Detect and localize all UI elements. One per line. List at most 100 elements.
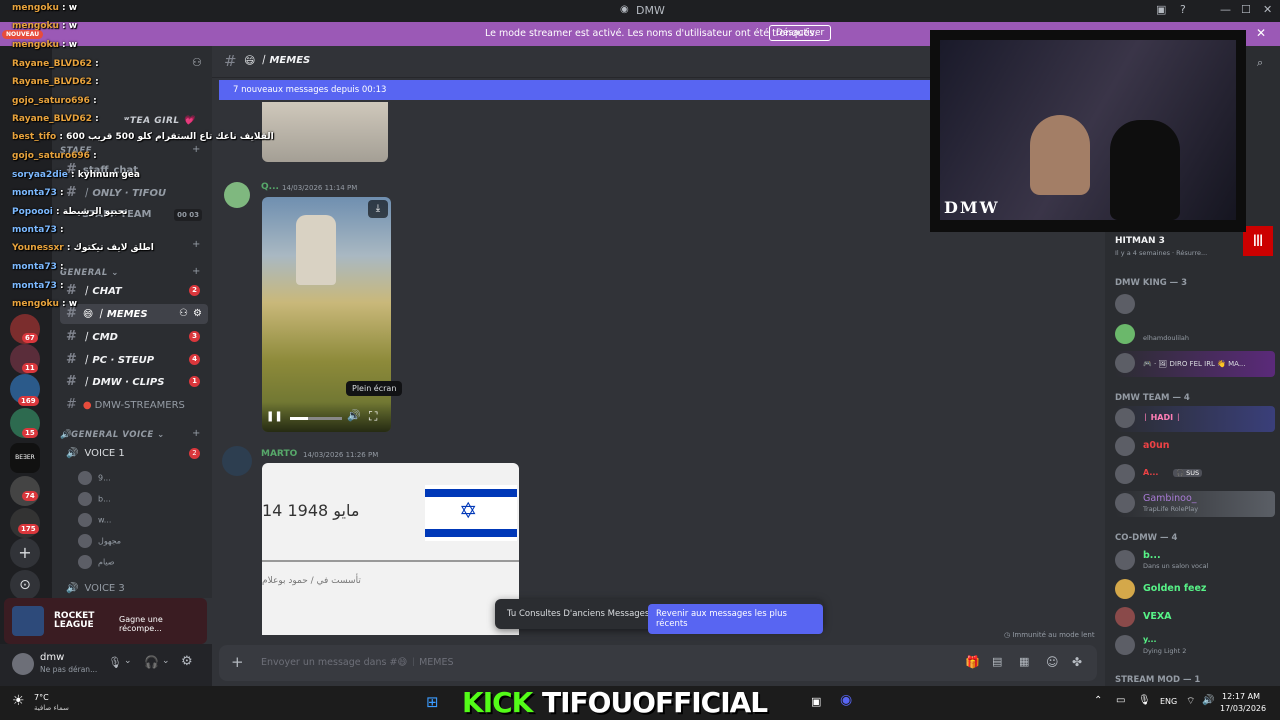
channel-title: ᛁ MEMES: [260, 55, 311, 66]
voice-user[interactable]: w...: [78, 513, 111, 527]
member-item[interactable]: Golden feez: [1115, 577, 1275, 603]
member-item[interactable]: elhamdoulilah: [1115, 322, 1275, 348]
add-channel-icon[interactable]: +: [192, 144, 200, 155]
headphones-icon[interactable]: 🎧: [144, 655, 159, 669]
language-indicator[interactable]: ENG: [1160, 697, 1177, 706]
close-icon[interactable]: ✕: [1256, 26, 1266, 40]
gear-icon[interactable]: ⚙: [181, 654, 193, 669]
download-icon[interactable]: ⤓: [368, 200, 388, 218]
channel-pc-steup[interactable]: # ᛁ PC · STEUP 4: [60, 350, 208, 370]
disable-streamer-button[interactable]: Désactiver: [769, 25, 832, 41]
discover-icon[interactable]: ⊙: [10, 570, 40, 600]
chat-overlay-line: mengoku : w: [12, 40, 78, 50]
avatar[interactable]: [12, 653, 34, 675]
invite-icon[interactable]: ⚇: [179, 304, 188, 324]
apps-icon[interactable]: ✤: [1072, 655, 1082, 669]
close-button[interactable]: ✕: [1263, 3, 1272, 16]
microphone-icon[interactable]: 🎙: [108, 656, 122, 669]
new-messages-bar[interactable]: 7 nouveaux messages depuis 00:13: [219, 80, 930, 100]
discord-taskbar-icon[interactable]: ◉: [840, 692, 852, 708]
message-composer[interactable]: + Envoyer un message dans #😄 ᛁ MEMES 🎁 ▤…: [219, 645, 1097, 681]
settings-icon[interactable]: ⚙: [193, 304, 202, 324]
member-item[interactable]: a0un: [1115, 434, 1275, 460]
member-item[interactable]: 🎮 · 🖼 DIRO FEL IRL 👋 MA...: [1115, 351, 1275, 377]
add-channel-icon[interactable]: +: [192, 428, 200, 439]
channel-dmw-streamers[interactable]: # ● DMW-STREAMERS: [60, 395, 208, 415]
network-icon[interactable]: ▭: [1116, 695, 1125, 706]
add-member-icon[interactable]: ⚇: [192, 56, 202, 69]
category-general[interactable]: GENERAL ⌄: [60, 268, 119, 278]
volume-icon[interactable]: 🔊: [1202, 695, 1214, 706]
minimize-button[interactable]: —: [1220, 3, 1231, 16]
image-attachment[interactable]: 14 مايو 1948 ✡ تأسست في / حمود بوعلام: [262, 463, 519, 635]
weather-desc: سماء صافية: [34, 704, 69, 712]
channel-chat[interactable]: # ᛁ CHAT 2: [60, 281, 208, 301]
jump-to-present-button[interactable]: Revenir aux messages les plus récents: [648, 604, 823, 634]
nouveau-badge: NOUVEAU: [2, 30, 44, 39]
add-channel-icon[interactable]: +: [192, 266, 200, 277]
member-item[interactable]: [1115, 292, 1275, 318]
app-icon[interactable]: ▣: [811, 695, 821, 708]
message-author[interactable]: MARTO: [261, 449, 297, 459]
help-icon[interactable]: ?: [1180, 3, 1186, 16]
voice-channel-1[interactable]: 🔊 VOICE 12: [60, 444, 208, 464]
image-attachment[interactable]: [262, 102, 388, 162]
voice-user[interactable]: b...: [78, 492, 111, 506]
chat-overlay-line: Rayane_BLVD62 :: [12, 114, 99, 124]
video-progress[interactable]: [290, 417, 342, 420]
chat-overlay-line: gojo_saturo696 :: [12, 96, 97, 106]
volume-icon[interactable]: 🔊: [347, 409, 361, 422]
message-author[interactable]: Q...: [261, 182, 279, 192]
member-item[interactable]: A... 🎧 SUS: [1115, 462, 1275, 488]
voice-channel-3[interactable]: 🔊 VOICE 3: [60, 579, 208, 599]
activity-card[interactable]: ROCKET LEAGUE Gagne une récompe...: [4, 598, 207, 644]
add-attachment-icon[interactable]: +: [231, 653, 244, 671]
voice-user[interactable]: صيام: [78, 555, 115, 569]
chevron-up-icon[interactable]: ⌃: [1094, 695, 1102, 706]
add-channel-icon[interactable]: +: [192, 239, 200, 250]
chevron-down-icon[interactable]: ⌄: [162, 656, 170, 666]
member-item[interactable]: b... Dans un salon vocal: [1115, 548, 1275, 574]
fullscreen-icon[interactable]: ⛶: [369, 409, 377, 424]
gift-icon[interactable]: 🎁: [965, 655, 980, 669]
sticker-icon[interactable]: ▦: [1019, 655, 1029, 668]
weather-icon[interactable]: ☀: [12, 693, 25, 709]
member-item[interactable]: ᛁ HADI ᛁ: [1115, 406, 1275, 432]
voice-user[interactable]: مجهول: [78, 534, 121, 548]
gif-icon[interactable]: ▤: [992, 655, 1002, 668]
clock-time[interactable]: 12:17 AM: [1222, 692, 1260, 701]
chat-overlay-line: Popoooi : تحبيو الرشيطة: [12, 207, 128, 217]
add-server-icon[interactable]: +: [10, 538, 40, 568]
emoji-icon[interactable]: ☺: [1046, 655, 1059, 669]
server-icon[interactable]: BEƎER: [10, 443, 40, 473]
category-general-voice[interactable]: 🔊GENERAL VOICE ⌄: [60, 430, 165, 440]
israel-flag: ✡: [425, 485, 517, 541]
server-badge: 15: [22, 428, 38, 438]
video-person: [296, 215, 336, 285]
microphone-icon[interactable]: 🎙: [1138, 695, 1151, 706]
game-title: ROCKET LEAGUE: [54, 611, 95, 630]
user-status: Ne pas déran...: [40, 665, 98, 674]
member-item[interactable]: VEXA: [1115, 605, 1275, 631]
window-title: DMW: [636, 4, 665, 17]
chevron-down-icon[interactable]: ⌄: [124, 656, 132, 666]
message-avatar[interactable]: [224, 182, 250, 208]
wifi-icon[interactable]: ⌔: [1186, 695, 1195, 708]
channel-dmw-clips[interactable]: # ᛁ DMW · CLIPS 1: [60, 372, 208, 392]
pause-icon[interactable]: ❚❚: [266, 411, 283, 422]
message-input[interactable]: Envoyer un message dans #😄 ᛁ MEMES: [261, 657, 454, 668]
video-attachment[interactable]: [262, 197, 391, 432]
voice-user[interactable]: 9...: [78, 471, 111, 485]
search-icon[interactable]: ⌕: [1257, 56, 1263, 70]
channel-memes[interactable]: # 😄 ᛁ MEMES ⚇ ⚙: [60, 304, 208, 324]
clock-date[interactable]: 17/03/2026: [1220, 704, 1266, 713]
message-avatar[interactable]: [222, 446, 252, 476]
inbox-icon[interactable]: ▣: [1156, 3, 1166, 16]
member-item[interactable]: Gambinoo_ TrapLife RolePlay: [1115, 491, 1275, 517]
windows-start-icon[interactable]: ⊞: [426, 693, 439, 711]
maximize-button[interactable]: ☐: [1241, 3, 1251, 16]
channel-only-tifou[interactable]: # ᛁ ONLY · TIFOU: [60, 183, 208, 203]
channel-cmd[interactable]: # ᛁ CMD 3: [60, 327, 208, 347]
banner-message: Le mode streamer est activé. Les noms d'…: [485, 28, 818, 39]
member-item[interactable]: y... Dying Light 2: [1115, 633, 1275, 659]
